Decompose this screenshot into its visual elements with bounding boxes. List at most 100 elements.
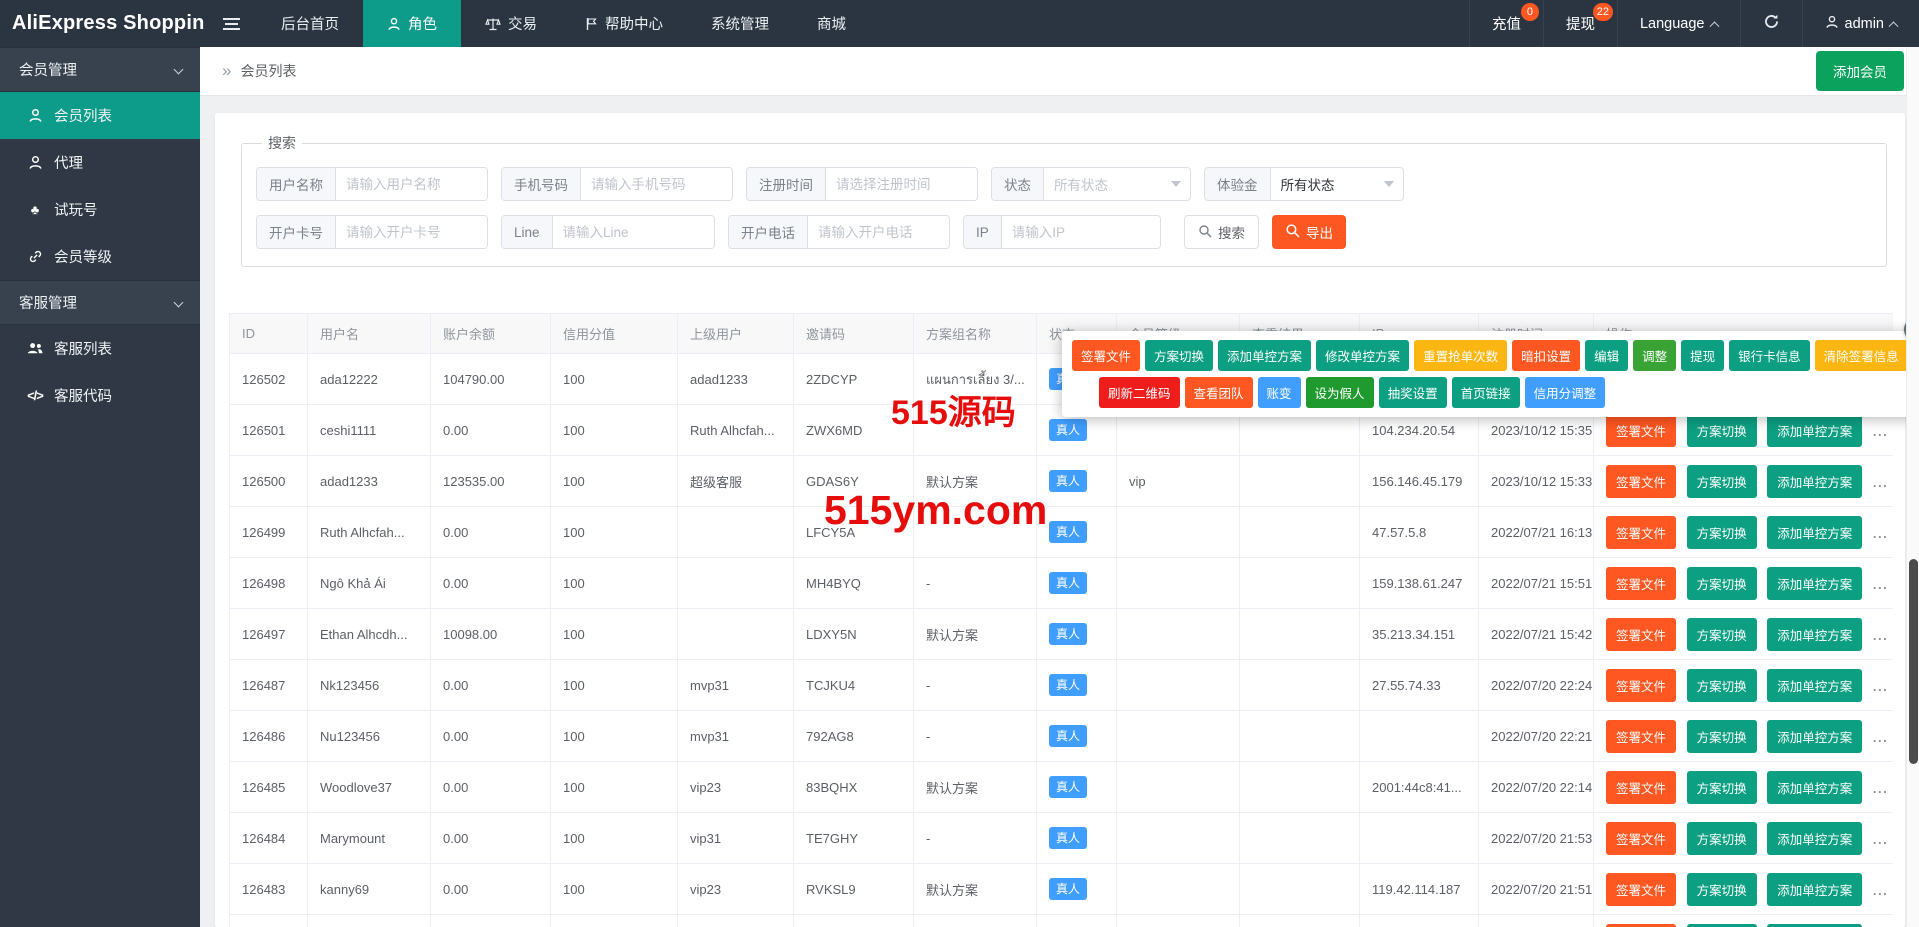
more-actions-link[interactable]: ... — [1873, 628, 1888, 643]
sign-file-button[interactable]: 签署文件 — [1606, 413, 1677, 447]
line-input[interactable] — [552, 216, 714, 248]
username-input[interactable] — [336, 168, 487, 200]
app-logo: AliExpress Shopping... — [12, 12, 205, 34]
add-member-button[interactable]: 添加会员 — [1816, 51, 1904, 91]
col-credit: 信用分值 — [550, 313, 678, 354]
more-actions-link[interactable]: ... — [1873, 679, 1888, 694]
scheme-switch-button[interactable]: 方案切换 — [1686, 566, 1757, 600]
sidebar-group-service-management[interactable]: 客服管理 — [0, 280, 200, 325]
popup-action-button[interactable]: 银行卡信息 — [1729, 340, 1810, 371]
cell-scheme: - — [913, 557, 1037, 609]
add-single-control-button[interactable]: 添加单控方案 — [1767, 413, 1863, 447]
popup-action-button[interactable]: 信用分调整 — [1524, 377, 1606, 408]
scheme-switch-button[interactable]: 方案切换 — [1686, 515, 1757, 549]
popup-action-button[interactable]: 添加单控方案 — [1218, 340, 1312, 371]
sign-file-button[interactable]: 签署文件 — [1606, 770, 1677, 804]
more-actions-link[interactable]: ... — [1873, 781, 1888, 796]
trial-select[interactable]: 所有状态 — [1271, 168, 1404, 200]
nav-item-help-center[interactable]: 帮助中心 — [561, 0, 687, 47]
export-button[interactable]: 导出 — [1272, 215, 1346, 249]
more-actions-link[interactable]: ... — [1873, 883, 1888, 898]
sidebar-item-service-code[interactable]: </> 客服代码 — [0, 372, 200, 419]
popup-action-button[interactable]: 账变 — [1257, 377, 1301, 408]
add-single-control-button[interactable]: 添加单控方案 — [1767, 464, 1863, 498]
add-single-control-button[interactable]: 添加单控方案 — [1767, 515, 1863, 549]
cell-username: Woodlove37 — [307, 761, 431, 813]
scheme-switch-button[interactable]: 方案切换 — [1686, 719, 1757, 753]
more-actions-link[interactable]: ... — [1873, 832, 1888, 847]
sign-file-button[interactable]: 签署文件 — [1606, 464, 1677, 498]
language-menu[interactable]: Language — [1616, 0, 1740, 47]
sidebar-toggle-icon[interactable] — [205, 0, 257, 47]
popup-action-button[interactable]: 调整 — [1633, 340, 1677, 371]
nav-item-system[interactable]: 系统管理 — [687, 0, 793, 47]
add-single-control-button[interactable]: 添加单控方案 — [1767, 719, 1863, 753]
search-button[interactable]: 搜索 — [1184, 215, 1259, 249]
sidebar-item-trial-accounts[interactable]: ♣ 试玩号 — [0, 186, 200, 233]
popup-action-button[interactable]: 方案切换 — [1145, 340, 1214, 371]
sign-file-button[interactable]: 签署文件 — [1606, 872, 1677, 906]
add-single-control-button[interactable]: 添加单控方案 — [1767, 923, 1863, 927]
sign-file-button[interactable]: 签署文件 — [1606, 923, 1677, 927]
admin-menu[interactable]: admin — [1801, 0, 1919, 47]
popup-action-button[interactable]: 重置抢单次数 — [1414, 340, 1508, 371]
popup-action-button[interactable]: 首页链接 — [1451, 377, 1520, 408]
recharge-button[interactable]: 充值 0 — [1468, 0, 1543, 47]
popup-action-button[interactable]: 修改单控方案 — [1316, 340, 1410, 371]
card-input[interactable] — [336, 216, 487, 248]
more-actions-link[interactable]: ... — [1873, 475, 1888, 490]
scheme-switch-button[interactable]: 方案切换 — [1686, 821, 1757, 855]
popup-action-button[interactable]: 查看团队 — [1184, 377, 1253, 408]
scheme-switch-button[interactable]: 方案切换 — [1686, 464, 1757, 498]
popup-action-button[interactable]: 抽奖设置 — [1378, 377, 1447, 408]
ip-input[interactable] — [1001, 216, 1160, 248]
phone-input[interactable] — [581, 168, 732, 200]
add-single-control-button[interactable]: 添加单控方案 — [1767, 617, 1863, 651]
sign-file-button[interactable]: 签署文件 — [1606, 821, 1677, 855]
nav-item-trade[interactable]: 交易 — [461, 0, 561, 47]
popup-action-button[interactable]: 暗扣设置 — [1512, 340, 1581, 371]
withdraw-button[interactable]: 提现 22 — [1542, 0, 1617, 47]
sidebar-item-service-list[interactable]: 客服列表 — [0, 325, 200, 372]
status-select[interactable]: 所有状态 — [1044, 168, 1190, 200]
popup-action-button[interactable]: 清除签署信息 — [1814, 340, 1908, 371]
sign-file-button[interactable]: 签署文件 — [1606, 566, 1677, 600]
add-single-control-button[interactable]: 添加单控方案 — [1767, 821, 1863, 855]
scrollbar-thumb[interactable] — [1909, 559, 1918, 764]
sidebar-group-member-management[interactable]: 会员管理 — [0, 47, 200, 92]
popup-action-button[interactable]: 签署文件 — [1072, 340, 1141, 371]
scheme-switch-button[interactable]: 方案切换 — [1686, 413, 1757, 447]
scheme-switch-button[interactable]: 方案切换 — [1686, 668, 1757, 702]
popup-action-button[interactable]: 编辑 — [1585, 340, 1629, 371]
register-time-input[interactable] — [826, 168, 977, 200]
popup-action-button[interactable]: 刷新二维码 — [1099, 377, 1180, 408]
sign-file-button[interactable]: 签署文件 — [1606, 617, 1677, 651]
popup-action-button[interactable]: 设为假人 — [1305, 377, 1374, 408]
scheme-switch-button[interactable]: 方案切换 — [1686, 923, 1757, 927]
refresh-button[interactable] — [1739, 0, 1802, 47]
sidebar-item-member-list[interactable]: 会员列表 — [0, 92, 200, 139]
nav-item-dashboard[interactable]: 后台首页 — [257, 0, 363, 47]
cell-actions: 签署文件 方案切换 添加单控方案 ... — [1593, 506, 1893, 558]
add-single-control-button[interactable]: 添加单控方案 — [1767, 668, 1863, 702]
more-actions-link[interactable]: ... — [1873, 424, 1888, 439]
nav-item-roles[interactable]: 角色 — [363, 0, 461, 47]
sidebar-item-agents[interactable]: 代理 — [0, 139, 200, 186]
sign-file-button[interactable]: 签署文件 — [1606, 668, 1677, 702]
cell-level — [1116, 863, 1240, 915]
add-single-control-button[interactable]: 添加单控方案 — [1767, 872, 1863, 906]
nav-item-mall[interactable]: 商城 — [793, 0, 870, 47]
open-phone-input[interactable] — [808, 216, 949, 248]
sidebar-item-member-levels[interactable]: 会员等级 — [0, 233, 200, 280]
more-actions-link[interactable]: ... — [1873, 577, 1888, 592]
scheme-switch-button[interactable]: 方案切换 — [1686, 770, 1757, 804]
add-single-control-button[interactable]: 添加单控方案 — [1767, 770, 1863, 804]
sign-file-button[interactable]: 签署文件 — [1606, 719, 1677, 753]
more-actions-link[interactable]: ... — [1873, 730, 1888, 745]
popup-action-button[interactable]: 提现 — [1681, 340, 1725, 371]
add-single-control-button[interactable]: 添加单控方案 — [1767, 566, 1863, 600]
scheme-switch-button[interactable]: 方案切换 — [1686, 872, 1757, 906]
scheme-switch-button[interactable]: 方案切换 — [1686, 617, 1757, 651]
sign-file-button[interactable]: 签署文件 — [1606, 515, 1677, 549]
more-actions-link[interactable]: ... — [1873, 526, 1888, 541]
